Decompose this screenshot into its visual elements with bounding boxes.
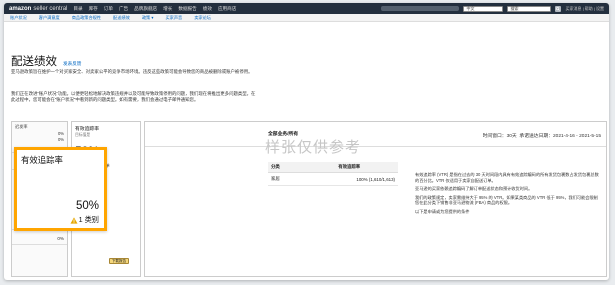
sub-navigation: 账户状况 客户满意度 商品政策合规性 配送绩效 政策 ▾ 买家声音 卖家论坛 [4, 14, 609, 22]
page-title: 配送绩效 [11, 56, 57, 68]
valid-tracking-rate-card[interactable]: 有效追踪率 50% 1 类别 [14, 147, 107, 231]
logo-sub: seller central [33, 5, 68, 12]
vtr-explanation: 有效追踪率 (VTR) 是指在过去的 30 天时间段内具有有效追踪编码的所有发货… [415, 172, 601, 218]
nav-item-stores[interactable]: 品牌旗舰店 [134, 6, 157, 12]
col-header-vtr[interactable]: 有效追踪率 [300, 162, 398, 173]
col-header-category[interactable]: 分类 [268, 162, 301, 173]
search-input[interactable]: 搜索 [507, 5, 552, 12]
seller-central-window: amazon seller central 目录 库存 订单 广告 品牌旗舰店 增… [4, 3, 609, 280]
topbar-links[interactable]: 买家消息 | 帮助 | 设置 [565, 6, 604, 12]
metric-empty [12, 245, 67, 258]
nav-item-appstore[interactable]: 应用商店 [218, 6, 236, 12]
detail-panel: 全部业务/所有 样张仅供参考 时间窗口：30天 承诺送达日期：2021-4-16… [144, 121, 607, 277]
vtr-defect-count: 1 类别 [70, 215, 99, 225]
vtr-title: 有效追踪率 [21, 155, 63, 165]
vtr-card-label: 有效追踪率 [75, 127, 99, 132]
subnav-product-policy[interactable]: 商品政策合规性 [72, 15, 101, 21]
top-navigation-bar: amazon seller central 目录 库存 订单 广告 品牌旗舰店 增… [4, 3, 609, 14]
explain-paragraph-3: 我们的政策规定，卖家需维持大于 95% 的 VTR。如果某类商品的 VTR 低于… [415, 194, 598, 206]
date-range: 时间窗口：30天 承诺送达日期：2021-4-16 - 2021-5-15 [483, 132, 601, 139]
sample-watermark: 样张仅供参考 [265, 139, 362, 156]
promise-date-range: 承诺送达日期：2021-4-16 - 2021-5-15 [519, 134, 601, 139]
late-shipment-label: 迟发率 [15, 124, 28, 129]
metric-other[interactable]: 0% [12, 230, 67, 245]
vtr-value: 50% [75, 200, 99, 212]
nav-item-orders[interactable]: 订单 [104, 6, 113, 12]
vtr-defect-text: 1 类别 [78, 215, 99, 224]
download-report-button[interactable]: 下载报告 [109, 258, 129, 264]
nav-item-inventory[interactable]: 库存 [89, 6, 98, 12]
search-button[interactable] [555, 5, 562, 12]
search-icon [556, 6, 561, 11]
topbar-right: 中文 搜索 买家消息 | 帮助 | 设置 [381, 5, 604, 12]
category-table: 分类 有效追踪率 家居 100% (1,610/1,613) [268, 162, 398, 186]
nav-item-catalog[interactable]: 目录 [73, 6, 82, 12]
logo-main: amazon [9, 5, 32, 12]
window-label: 时间窗口：30天 [482, 134, 517, 139]
notice-paragraph: 我们正在改进“账户状况”功能。以便更轻松地解决政策违规并以及可能导致政策停用的问… [11, 91, 256, 102]
table-row[interactable]: 家居 100% (1,610/1,613) [268, 172, 398, 186]
vtr-card-sub: 目标值是 [75, 133, 91, 137]
language-select[interactable]: 中文 [463, 5, 504, 12]
main-nav: 目录 库存 订单 广告 品牌旗舰店 增长 数据报告 绩效 应用商店 [73, 6, 236, 12]
cell-category: 家居 [268, 172, 301, 186]
subnav-shipping-performance[interactable]: 配送绩效 [113, 15, 130, 21]
explain-paragraph-1: 有效追踪率 (VTR) 是指在过去的 30 天时间段内具有有效追踪编码的所有发货… [415, 172, 599, 183]
nav-item-performance[interactable]: 绩效 [203, 6, 212, 12]
late-shipment-value-2: 0% [57, 137, 64, 142]
warning-icon [70, 216, 78, 224]
detail-panel-header: 全部业务/所有 样张仅供参考 时间窗口：30天 承诺送达日期：2021-4-16… [145, 122, 606, 156]
explain-paragraph-2: 亚马逊的买家依赖追踪编码了解订单配送状态和预计收货时间。 [415, 186, 533, 192]
amazon-seller-central-logo[interactable]: amazon seller central [9, 6, 67, 12]
subnav-seller-forums[interactable]: 卖家论坛 [194, 15, 211, 21]
cell-rate: 100% (1,610/1,613) [300, 172, 398, 186]
nav-item-growth[interactable]: 增长 [163, 6, 172, 12]
metric-other-value: 0% [57, 236, 64, 241]
feedback-link[interactable]: 发表反馈 [63, 61, 81, 67]
nav-item-advertising[interactable]: 广告 [119, 6, 128, 12]
late-shipment-value-1: 0% [57, 131, 64, 136]
subnav-account-health[interactable]: 账户状况 [10, 15, 27, 21]
blurred-account-info [381, 6, 460, 11]
nav-item-reports[interactable]: 数据报告 [178, 6, 196, 12]
intro-paragraph: 亚马逊政策旨在维护一个对买家安全、对卖家公平的竞争市场环境。违反这些政策可能会导… [11, 69, 253, 74]
subnav-customer-satisfaction[interactable]: 客户满意度 [39, 15, 60, 21]
subnav-voice-of-customer[interactable]: 买家声音 [165, 15, 182, 21]
explain-paragraph-4[interactable]: 以下是申请或为您提供的条件 [415, 209, 601, 215]
page-header: 配送绩效 发表反馈 [11, 53, 81, 69]
subnav-policy[interactable]: 政策 ▾ [142, 15, 154, 21]
